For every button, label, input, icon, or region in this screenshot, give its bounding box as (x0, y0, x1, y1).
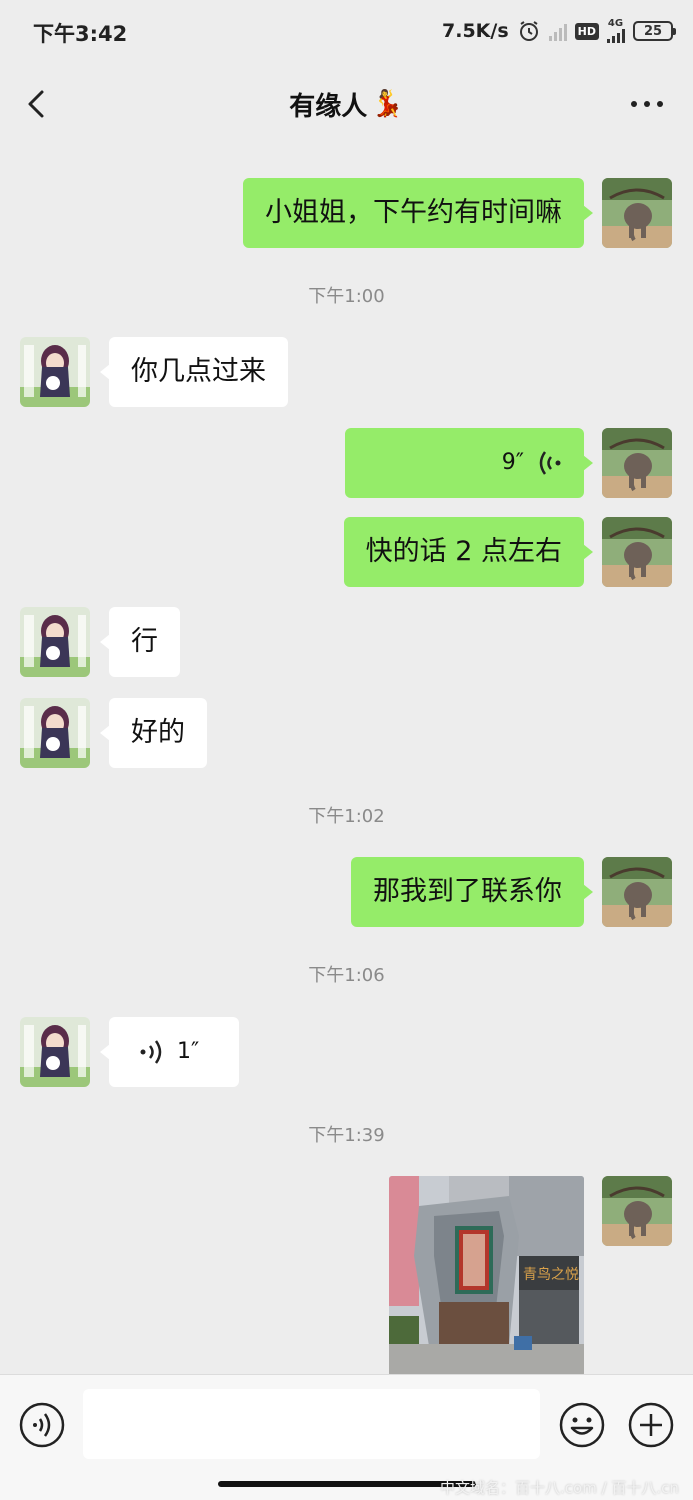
chat-header: 有缘人 💃 (0, 62, 693, 146)
cell-signal-group: 4G (607, 19, 625, 43)
elephant-avatar-image (602, 857, 672, 927)
my-avatar[interactable] (602, 428, 672, 498)
my-avatar[interactable] (602, 1176, 672, 1246)
elephant-avatar-image (602, 178, 672, 248)
wifi-signal-icon (548, 21, 567, 41)
watermark-text: 中文域名：百十八.com / 百十八.cn (440, 1479, 679, 1497)
more-icon[interactable] (631, 92, 663, 116)
contact-avatar[interactable] (20, 337, 90, 407)
my-avatar[interactable] (602, 857, 672, 927)
voice-message-outgoing[interactable]: 9″ (345, 428, 593, 498)
image-message[interactable]: 青鸟之悦 (389, 1176, 584, 1374)
elephant-avatar-image (602, 517, 672, 587)
contact-avatar[interactable] (20, 1017, 90, 1087)
chat-title: 有缘人 💃 (289, 86, 403, 123)
plus-icon[interactable] (627, 1401, 675, 1449)
status-icons: 7.5K/s HD 4G 25 (442, 16, 676, 46)
hd-badge: HD (574, 22, 599, 40)
message-timestamp: 下午1:00 (308, 286, 385, 307)
elephant-avatar-image (602, 428, 672, 498)
alarm-icon (519, 21, 538, 41)
chat-input-bar: 中文域名：百十八.com / 百十八.cn (0, 1374, 693, 1500)
contact-avatar[interactable] (20, 607, 90, 677)
message-bubble-outgoing[interactable]: 快的话 2 点左右 (343, 517, 594, 587)
voice-wave-icon (539, 451, 561, 475)
message-bubble-outgoing[interactable]: 小姐姐，下午约有时间嘛 (243, 178, 593, 248)
my-avatar[interactable] (602, 517, 672, 587)
message-timestamp: 下午1:06 (308, 965, 385, 986)
message-bubble-incoming[interactable]: 行 (100, 607, 180, 677)
message-bubble-outgoing[interactable]: 那我到了联系你 (351, 857, 593, 927)
message-list[interactable]: 小姐姐，下午约有时间嘛 下午1:00 你几点过来 9″ 快的话 2 点左右 行 … (0, 146, 693, 1374)
voice-duration: 1″ (177, 1039, 200, 1064)
voice-message-incoming[interactable]: 1″ (100, 1017, 239, 1087)
my-avatar[interactable] (602, 178, 672, 248)
contact-avatar[interactable] (20, 698, 90, 768)
voice-duration: 9″ (501, 450, 524, 475)
status-bar: 下午3:42 7.5K/s HD 4G 25 (0, 0, 693, 62)
cell-signal-icon (607, 29, 625, 43)
battery-level: 25 (643, 23, 663, 39)
back-icon[interactable] (20, 86, 56, 122)
message-timestamp: 下午1:39 (308, 1125, 385, 1146)
anime-girl-avatar-image (20, 1017, 90, 1087)
emoji-icon[interactable] (558, 1401, 606, 1449)
message-bubble-incoming[interactable]: 你几点过来 (100, 337, 288, 407)
battery-icon: 25 (633, 21, 676, 41)
keyboard-voice-icon[interactable] (18, 1401, 66, 1449)
message-timestamp: 下午1:02 (308, 806, 385, 827)
net-speed: 7.5K/s (442, 20, 509, 42)
home-indicator[interactable] (218, 1481, 476, 1487)
message-input[interactable] (83, 1389, 540, 1459)
status-time: 下午3:42 (33, 22, 128, 46)
storefront-photo: 青鸟之悦 (389, 1176, 584, 1374)
anime-girl-avatar-image (20, 607, 90, 677)
voice-wave-icon (140, 1040, 162, 1064)
message-bubble-incoming[interactable]: 好的 (100, 698, 207, 768)
contact-name: 有缘人 (289, 91, 368, 122)
elephant-avatar-image (602, 1176, 672, 1246)
storefront-sign-text: 青鸟之悦 (523, 1267, 579, 1283)
dancer-emoji-icon: 💃 (371, 89, 404, 119)
anime-girl-avatar-image (20, 698, 90, 768)
network-type: 4G (607, 18, 624, 29)
anime-girl-avatar-image (20, 337, 90, 407)
